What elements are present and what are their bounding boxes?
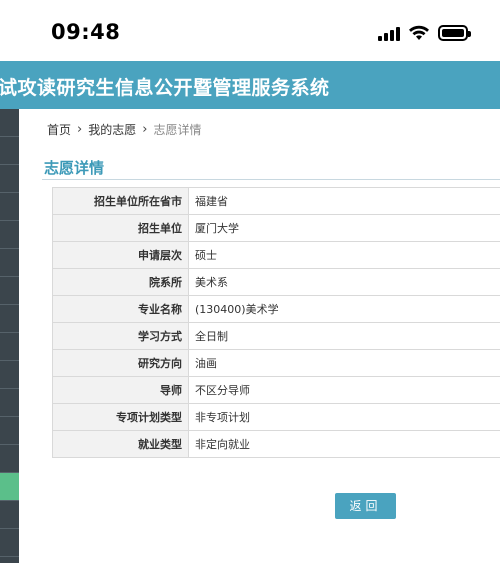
signal-icon [378,25,400,41]
field-label: 院系所 [52,268,189,296]
sidebar-item[interactable] [0,193,19,221]
sidebar-item[interactable] [0,277,19,305]
status-bar: 09:48 [0,0,500,62]
table-row: 专业名称 (130400)美术学 [52,295,500,323]
field-label: 申请层次 [52,241,189,269]
sidebar-item-active[interactable] [0,473,19,501]
field-label: 就业类型 [52,430,189,458]
field-value: 油画 [188,349,500,377]
sidebar-item[interactable] [0,529,19,557]
detail-table: 招生单位所在省市 福建省 招生单位 厦门大学 申请层次 硕士 院系所 美术系 专业名称 (1304… [52,187,500,458]
sidebar-item[interactable] [0,417,19,445]
app-header: 试攻读研究生信息公开暨管理服务系统 [0,61,500,109]
page-title: 志愿详情 [44,159,105,177]
sidebar [0,109,19,563]
sidebar-item[interactable] [0,221,19,249]
field-value: 硕士 [188,241,500,269]
field-value: 不区分导师 [188,376,500,404]
field-value: 非定向就业 [188,430,500,458]
sidebar-item[interactable] [0,305,19,333]
battery-icon [438,25,471,41]
breadcrumb: 首页 › 我的志愿 › 志愿详情 [47,121,201,138]
chevron-right-icon: › [77,122,83,137]
field-label: 学习方式 [52,322,189,350]
breadcrumb-current: 志愿详情 [153,123,202,137]
sidebar-item[interactable] [0,137,19,165]
chevron-right-icon: › [142,122,148,137]
field-label: 专项计划类型 [52,403,189,431]
table-row: 专项计划类型 非专项计划 [52,403,500,431]
field-value: 美术系 [188,268,500,296]
field-label: 招生单位所在省市 [52,187,189,215]
table-row: 导师 不区分导师 [52,376,500,404]
sidebar-item[interactable] [0,389,19,417]
table-row: 招生单位 厦门大学 [52,214,500,242]
back-button[interactable]: 返回 [335,493,396,519]
sidebar-item[interactable] [0,165,19,193]
table-row: 研究方向 油画 [52,349,500,377]
system-title: 试攻读研究生信息公开暨管理服务系统 [0,77,330,99]
table-row: 申请层次 硕士 [52,241,500,269]
field-value: 非专项计划 [188,403,500,431]
table-row: 学习方式 全日制 [52,322,500,350]
field-label: 导师 [52,376,189,404]
status-time: 09:48 [51,20,121,44]
field-value: 厦门大学 [188,214,500,242]
field-value: (130400)美术学 [188,295,500,323]
field-label: 专业名称 [52,295,189,323]
sidebar-item[interactable] [0,333,19,361]
status-icons [378,22,471,44]
table-row: 就业类型 非定向就业 [52,430,500,458]
title-divider [42,179,500,180]
field-value: 福建省 [188,187,500,215]
breadcrumb-home[interactable]: 首页 [47,121,71,138]
field-value: 全日制 [188,322,500,350]
sidebar-item[interactable] [0,361,19,389]
field-label: 招生单位 [52,214,189,242]
table-row: 招生单位所在省市 福建省 [52,187,500,215]
sidebar-item[interactable] [0,109,19,137]
breadcrumb-my-choices[interactable]: 我的志愿 [88,121,136,138]
table-row: 院系所 美术系 [52,268,500,296]
sidebar-item[interactable] [0,249,19,277]
wifi-icon [409,25,429,40]
field-label: 研究方向 [52,349,189,377]
sidebar-item[interactable] [0,501,19,529]
sidebar-item[interactable] [0,445,19,473]
